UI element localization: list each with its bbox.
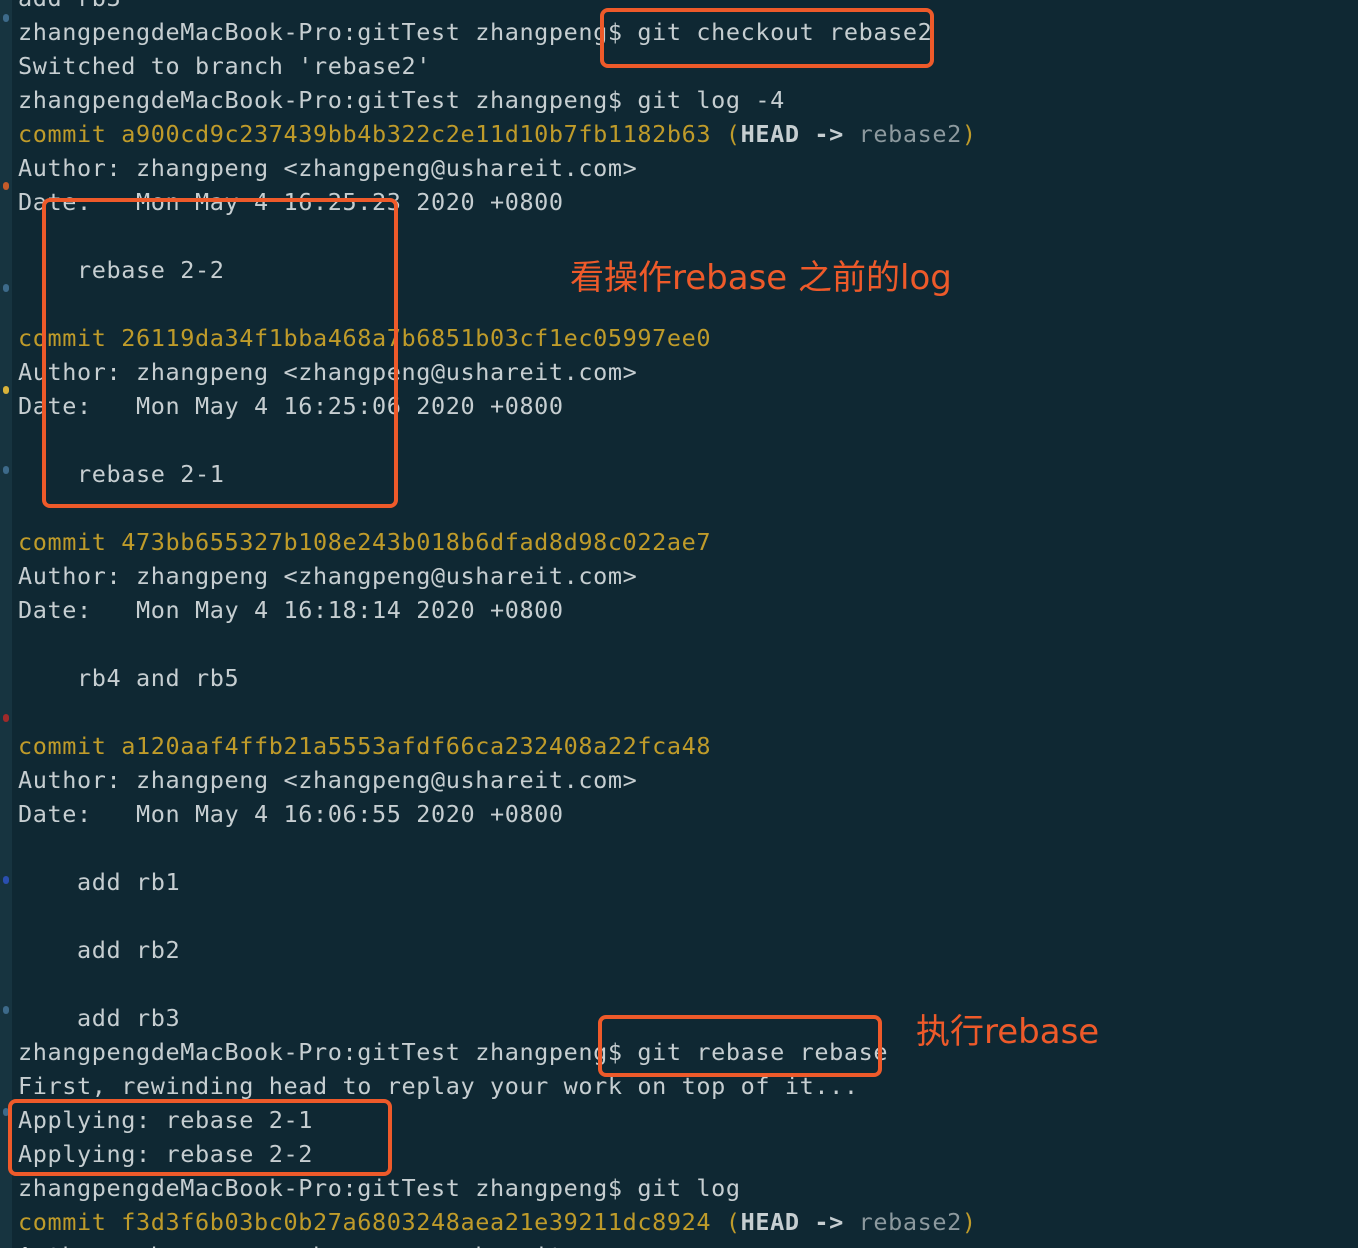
terminal-line: commit f3d3f6b03bc0b27a6803248aea21e3921… [18, 1205, 977, 1239]
ref-decoration-arrow: -> [799, 1208, 859, 1236]
terminal-line-text: Author: zhangpeng <zhangpeng@ushareit.co… [18, 562, 638, 590]
terminal-line-text: Author: zhangpeng <zhangpeng@ushareit.co… [18, 1242, 637, 1248]
gutter-marker [3, 14, 9, 22]
terminal-line-text: Date: Mon May 4 16:18:14 2020 +0800 [18, 596, 564, 624]
annotation-before-log: 看操作rebase 之前的log [570, 258, 952, 298]
highlight-applying-lines [8, 1099, 392, 1176]
terminal-line-text: commit a900cd9c237439bb4b322c2e11d10b7fb… [18, 120, 726, 148]
terminal-line-text: commit a120aaf4ffb21a5553afdf66ca232408a… [18, 732, 712, 760]
terminal-line: add rb3 [18, 1001, 180, 1035]
terminal-line: commit 473bb655327b108e243b018b6dfad8d98… [18, 525, 711, 559]
ref-decoration-head: HEAD [740, 1208, 800, 1236]
terminal-line: Date: Mon May 4 16:06:55 2020 +0800 [18, 797, 564, 831]
ref-decoration-head: HEAD [740, 120, 800, 148]
terminal-line: rb4 and rb5 [18, 661, 239, 695]
gutter-marker [3, 284, 9, 292]
gutter-marker [3, 714, 9, 722]
terminal-line-text: add rb3 [18, 0, 121, 12]
ref-decoration-branch: rebase2 [858, 1208, 962, 1236]
ref-decoration-branch: rebase2 [858, 120, 962, 148]
terminal-line: Author: zhangpeng <zhangpeng@ushareit.co… [18, 763, 637, 797]
gutter-marker [3, 182, 9, 190]
ref-decoration-open: ( [725, 120, 741, 148]
terminal-line-text: commit f3d3f6b03bc0b27a6803248aea21e3921… [18, 1208, 726, 1236]
terminal-line-text: zhangpengdeMacBook-Pro:gitTest zhangpeng… [18, 86, 785, 114]
terminal-line-text: commit 473bb655327b108e243b018b6dfad8d98… [18, 528, 712, 556]
ref-decoration-close: ) [961, 120, 977, 148]
terminal-line: Author: zhangpeng <zhangpeng@ushareit.co… [18, 559, 637, 593]
ref-decoration-arrow: -> [799, 120, 859, 148]
annotation-do-rebase: 执行rebase [916, 1012, 1100, 1052]
terminal-line: Switched to branch 'rebase2' [18, 49, 431, 83]
gutter-marker [3, 1006, 9, 1014]
terminal-line: Date: Mon May 4 16:18:14 2020 +0800 [18, 593, 564, 627]
window-gutter [0, 0, 12, 1248]
terminal-line: Author: zhangpeng <zhangpeng@ushareit.co… [18, 151, 637, 185]
ref-decoration-close: ) [961, 1208, 977, 1236]
terminal-line: commit a120aaf4ffb21a5553afdf66ca232408a… [18, 729, 711, 763]
terminal-line: add rb1 [18, 865, 180, 899]
terminal-line-text: add rb2 [18, 936, 181, 964]
terminal-line: zhangpengdeMacBook-Pro:gitTest zhangpeng… [18, 1171, 741, 1205]
terminal-line: add rb2 [18, 933, 180, 967]
terminal-line-text: Author: zhangpeng <zhangpeng@ushareit.co… [18, 766, 638, 794]
terminal-line: commit a900cd9c237439bb4b322c2e11d10b7fb… [18, 117, 977, 151]
highlight-checkout-command [600, 8, 934, 68]
terminal-line-text: zhangpengdeMacBook-Pro:gitTest zhangpeng… [18, 1174, 741, 1202]
terminal-line-text: add rb1 [18, 868, 181, 896]
terminal-line-text: Switched to branch 'rebase2' [18, 52, 431, 80]
gutter-marker [3, 386, 9, 394]
terminal-line-text: add rb3 [18, 1004, 181, 1032]
terminal-line-text: Date: Mon May 4 16:06:55 2020 +0800 [18, 800, 564, 828]
terminal-line: Author: zhangpeng <zhangpeng@ushareit.co… [18, 1239, 637, 1248]
terminal-line: zhangpengdeMacBook-Pro:gitTest zhangpeng… [18, 83, 785, 117]
highlight-rebase-command [598, 1015, 882, 1077]
gutter-marker [3, 466, 9, 474]
ref-decoration-open: ( [725, 1208, 741, 1236]
gutter-marker [3, 876, 9, 884]
terminal-line: add rb3 [18, 0, 121, 15]
terminal-line-text: rb4 and rb5 [18, 664, 240, 692]
terminal-line-text: Author: zhangpeng <zhangpeng@ushareit.co… [18, 154, 638, 182]
highlight-rebase-commits [42, 198, 398, 508]
